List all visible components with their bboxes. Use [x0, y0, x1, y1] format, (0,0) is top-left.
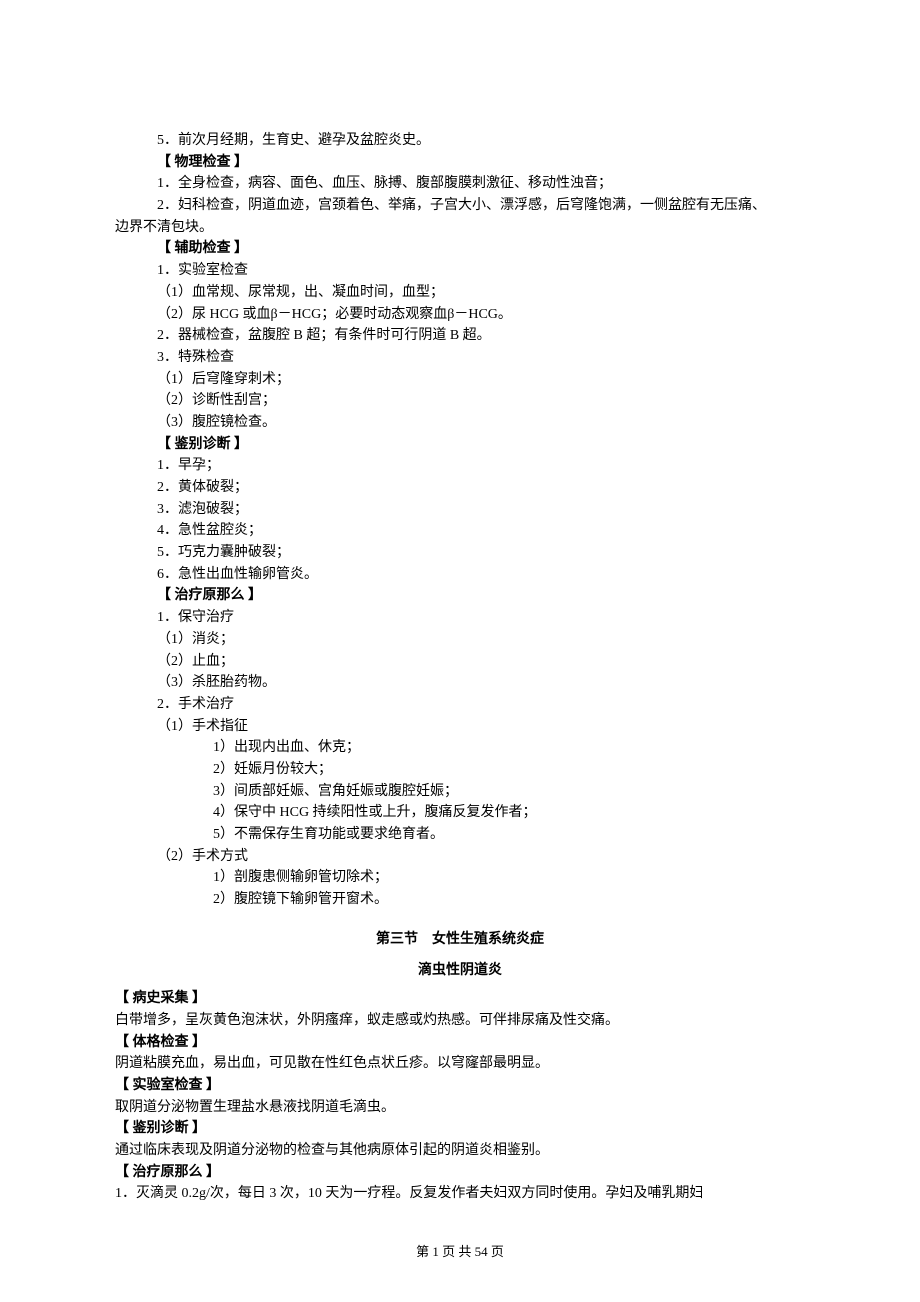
- heading-treatment: 【 治疗原那么 】: [115, 1162, 805, 1184]
- body-line: 2．器械检查，盆腹腔 B 超；有条件时可行阴道 B 超。: [115, 325, 805, 347]
- section-3-title: 第三节 女性生殖系统炎症: [115, 929, 805, 951]
- body-line: 2．黄体破裂；: [115, 477, 805, 499]
- body-line: （2）诊断性刮宫；: [115, 390, 805, 412]
- body-line: 5．前次月经期，生育史、避孕及盆腔炎史。: [115, 130, 805, 152]
- heading-physical: 【 体格检查 】: [115, 1032, 805, 1054]
- body-line: 4．急性盆腔炎；: [115, 520, 805, 542]
- body-line: 5．巧克力囊肿破裂；: [115, 542, 805, 564]
- heading-physical-exam: 【 物理检查 】: [115, 152, 805, 174]
- body-line: 5）不需保存生育功能或要求绝育者。: [115, 824, 805, 846]
- subsection-title: 滴虫性阴道炎: [115, 960, 805, 982]
- body-line: 2）妊娠月份较大；: [115, 759, 805, 781]
- body-line: （2）止血；: [115, 651, 805, 673]
- body-line: 1．全身检查，病容、面色、血压、脉搏、腹部腹膜刺激征、移动性浊音；: [115, 173, 805, 195]
- body-line: （2）尿 HCG 或血β－HCG；必要时动态观察血β－HCG。: [115, 304, 805, 326]
- body-line: 通过临床表现及阴道分泌物的检查与其他病原体引起的阴道炎相鉴别。: [115, 1140, 805, 1162]
- heading-history: 【 病史采集 】: [115, 988, 805, 1010]
- body-line: 1）出现内出血、休克；: [115, 737, 805, 759]
- body-line: 1．灭滴灵 0.2g/次，每日 3 次，10 天为一疗程。反复发作者夫妇双方同时…: [115, 1183, 805, 1205]
- body-line: （1）后穹隆穿刺术；: [115, 369, 805, 391]
- body-line: （1）消炎；: [115, 629, 805, 651]
- body-line: 1．早孕；: [115, 455, 805, 477]
- body-line: （1）血常规、尿常规，出、凝血时间，血型；: [115, 282, 805, 304]
- body-line-continuation: 边界不清包块。: [115, 217, 805, 239]
- body-line: （3）杀胚胎药物。: [115, 672, 805, 694]
- body-line: （3）腹腔镜检查。: [115, 412, 805, 434]
- heading-lab: 【 实验室检查 】: [115, 1075, 805, 1097]
- body-line: 1）剖腹患侧输卵管切除术；: [115, 867, 805, 889]
- page-footer: 第 1 页 共 54 页: [0, 1242, 920, 1262]
- body-line: 2．妇科检查，阴道血迹，宫颈着色、举痛，子宫大小、漂浮感，后穹隆饱满，一侧盆腔有…: [115, 195, 805, 217]
- body-line: 阴道粘膜充血，易出血，可见散在性红色点状丘疹。以穹窿部最明显。: [115, 1053, 805, 1075]
- body-line: 3．特殊检查: [115, 347, 805, 369]
- body-line: 取阴道分泌物置生理盐水悬液找阴道毛滴虫。: [115, 1097, 805, 1119]
- body-line: 3）间质部妊娠、宫角妊娠或腹腔妊娠；: [115, 781, 805, 803]
- heading-aux-exam: 【 辅助检查 】: [115, 238, 805, 260]
- body-line: 4）保守中 HCG 持续阳性或上升，腹痛反复发作者；: [115, 802, 805, 824]
- heading-treatment-principles: 【 治疗原那么 】: [115, 585, 805, 607]
- body-line: （1）手术指征: [115, 716, 805, 738]
- heading-differential-diagnosis: 【 鉴别诊断 】: [115, 434, 805, 456]
- body-line: 6．急性出血性输卵管炎。: [115, 564, 805, 586]
- body-line: 2．手术治疗: [115, 694, 805, 716]
- body-line: 白带增多，呈灰黄色泡沫状，外阴瘙痒，蚁走感或灼热感。可伴排尿痛及性交痛。: [115, 1010, 805, 1032]
- body-line: 1．实验室检查: [115, 260, 805, 282]
- body-line: 3．滤泡破裂；: [115, 499, 805, 521]
- body-line: （2）手术方式: [115, 846, 805, 868]
- heading-diff-diag: 【 鉴别诊断 】: [115, 1118, 805, 1140]
- document-page: 5．前次月经期，生育史、避孕及盆腔炎史。 【 物理检查 】 1．全身检查，病容、…: [0, 0, 920, 1302]
- body-line: 2）腹腔镜下输卵管开窗术。: [115, 889, 805, 911]
- body-line: 1．保守治疗: [115, 607, 805, 629]
